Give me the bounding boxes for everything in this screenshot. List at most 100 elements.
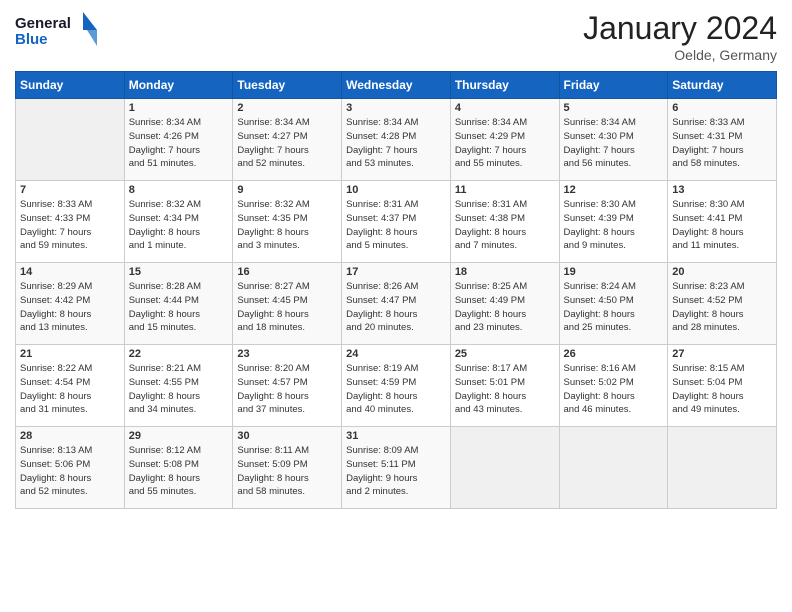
- day-number: 22: [129, 348, 229, 360]
- cell-daylight-info: Sunrise: 8:27 AMSunset: 4:45 PMDaylight:…: [237, 280, 337, 335]
- header-day-sunday: Sunday: [16, 72, 125, 99]
- cell-daylight-info: Sunrise: 8:15 AMSunset: 5:04 PMDaylight:…: [672, 362, 772, 417]
- calendar-cell: 3Sunrise: 8:34 AMSunset: 4:28 PMDaylight…: [342, 99, 451, 181]
- calendar-cell: 25Sunrise: 8:17 AMSunset: 5:01 PMDayligh…: [450, 345, 559, 427]
- day-number: 15: [129, 266, 229, 278]
- day-number: 19: [564, 266, 664, 278]
- day-number: 16: [237, 266, 337, 278]
- calendar-cell: 1 Sunrise: 8:34 AMSunset: 4:26 PMDaylight…: [124, 99, 233, 181]
- cell-daylight-info: Sunrise: 8:13 AMSunset: 5:06 PMDaylight:…: [20, 444, 120, 499]
- calendar-cell: 18 Sunrise: 8:25 AMSunset: 4:49 PMDayligh…: [450, 263, 559, 345]
- calendar-cell: 20 Sunrise: 8:23 AMSunset: 4:52 PMDayligh…: [668, 263, 777, 345]
- cell-daylight-info: Sunrise: 8:34 AMSunset: 4:30 PMDaylight:…: [564, 116, 664, 171]
- week-row-1: 1 Sunrise: 8:34 AMSunset: 4:26 PMDaylight…: [16, 99, 777, 181]
- day-number: 21: [20, 348, 120, 360]
- day-number: 10: [346, 184, 446, 196]
- day-number: 8: [129, 184, 229, 196]
- day-number: 26: [564, 348, 664, 360]
- calendar-cell: 17 Sunrise: 8:26 AMSunset: 4:47 PMDayligh…: [342, 263, 451, 345]
- header-day-monday: Monday: [124, 72, 233, 99]
- calendar-cell: 14 Sunrise: 8:29 AMSunset: 4:42 PMDayligh…: [16, 263, 125, 345]
- cell-daylight-info: Sunrise: 8:34 AMSunset: 4:27 PMDaylight:…: [237, 116, 337, 171]
- cell-daylight-info: Sunrise: 8:12 AMSunset: 5:08 PMDaylight:…: [129, 444, 229, 499]
- cell-daylight-info: Sunrise: 8:33 AMSunset: 4:33 PMDaylight:…: [20, 198, 120, 253]
- logo: General Blue: [15, 10, 105, 57]
- day-number: 20: [672, 266, 772, 278]
- logo-svg: General Blue: [15, 10, 105, 52]
- header-day-thursday: Thursday: [450, 72, 559, 99]
- cell-daylight-info: Sunrise: 8:29 AMSunset: 4:42 PMDaylight:…: [20, 280, 120, 335]
- calendar-cell: 5 Sunrise: 8:34 AMSunset: 4:30 PMDaylight…: [559, 99, 668, 181]
- day-number: 25: [455, 348, 555, 360]
- calendar-cell: 30Sunrise: 8:11 AMSunset: 5:09 PMDayligh…: [233, 427, 342, 509]
- day-number: 4: [455, 102, 555, 114]
- cell-daylight-info: Sunrise: 8:30 AMSunset: 4:39 PMDaylight:…: [564, 198, 664, 253]
- cell-daylight-info: Sunrise: 8:20 AMSunset: 4:57 PMDaylight:…: [237, 362, 337, 417]
- calendar-cell: [559, 427, 668, 509]
- cell-daylight-info: Sunrise: 8:16 AMSunset: 5:02 PMDaylight:…: [564, 362, 664, 417]
- cell-daylight-info: Sunrise: 8:11 AMSunset: 5:09 PMDaylight:…: [237, 444, 337, 499]
- cell-daylight-info: Sunrise: 8:21 AMSunset: 4:55 PMDaylight:…: [129, 362, 229, 417]
- calendar-cell: 7Sunrise: 8:33 AMSunset: 4:33 PMDaylight…: [16, 181, 125, 263]
- calendar-cell: 31Sunrise: 8:09 AMSunset: 5:11 PMDayligh…: [342, 427, 451, 509]
- svg-text:Blue: Blue: [15, 31, 48, 48]
- cell-daylight-info: Sunrise: 8:19 AMSunset: 4:59 PMDaylight:…: [346, 362, 446, 417]
- calendar-cell: 4Sunrise: 8:34 AMSunset: 4:29 PMDaylight…: [450, 99, 559, 181]
- logo-text-block: General Blue: [15, 10, 105, 57]
- day-number: 17: [346, 266, 446, 278]
- page-container: General Blue January 2024 Oelde, Germany…: [0, 0, 792, 519]
- calendar-cell: 13Sunrise: 8:30 AMSunset: 4:41 PMDayligh…: [668, 181, 777, 263]
- day-number: 11: [455, 184, 555, 196]
- calendar-cell: 27 Sunrise: 8:15 AMSunset: 5:04 PMDayligh…: [668, 345, 777, 427]
- day-number: 24: [346, 348, 446, 360]
- cell-daylight-info: Sunrise: 8:32 AMSunset: 4:34 PMDaylight:…: [129, 198, 229, 253]
- cell-daylight-info: Sunrise: 8:33 AMSunset: 4:31 PMDaylight:…: [672, 116, 772, 171]
- day-number: 29: [129, 430, 229, 442]
- calendar-cell: 23 Sunrise: 8:20 AMSunset: 4:57 PMDayligh…: [233, 345, 342, 427]
- month-title: January 2024: [583, 10, 777, 47]
- day-number: 18: [455, 266, 555, 278]
- title-block: January 2024 Oelde, Germany: [583, 10, 777, 63]
- calendar-cell: 2 Sunrise: 8:34 AMSunset: 4:27 PMDaylight…: [233, 99, 342, 181]
- calendar-cell: 19Sunrise: 8:24 AMSunset: 4:50 PMDayligh…: [559, 263, 668, 345]
- calendar-cell: 15 Sunrise: 8:28 AMSunset: 4:44 PMDayligh…: [124, 263, 233, 345]
- day-number: 1: [129, 102, 229, 114]
- week-row-3: 14 Sunrise: 8:29 AMSunset: 4:42 PMDayligh…: [16, 263, 777, 345]
- day-number: 12: [564, 184, 664, 196]
- calendar-cell: [450, 427, 559, 509]
- day-number: 2: [237, 102, 337, 114]
- header-day-friday: Friday: [559, 72, 668, 99]
- calendar-cell: 12 Sunrise: 8:30 AMSunset: 4:39 PMDayligh…: [559, 181, 668, 263]
- day-number: 14: [20, 266, 120, 278]
- calendar-cell: 28Sunrise: 8:13 AMSunset: 5:06 PMDayligh…: [16, 427, 125, 509]
- cell-daylight-info: Sunrise: 8:28 AMSunset: 4:44 PMDaylight:…: [129, 280, 229, 335]
- calendar-cell: 22 Sunrise: 8:21 AMSunset: 4:55 PMDayligh…: [124, 345, 233, 427]
- cell-daylight-info: Sunrise: 8:30 AMSunset: 4:41 PMDaylight:…: [672, 198, 772, 253]
- header-row: SundayMondayTuesdayWednesdayThursdayFrid…: [16, 72, 777, 99]
- header-day-saturday: Saturday: [668, 72, 777, 99]
- day-number: 31: [346, 430, 446, 442]
- cell-daylight-info: Sunrise: 8:31 AMSunset: 4:37 PMDaylight:…: [346, 198, 446, 253]
- header-day-wednesday: Wednesday: [342, 72, 451, 99]
- cell-daylight-info: Sunrise: 8:23 AMSunset: 4:52 PMDaylight:…: [672, 280, 772, 335]
- cell-daylight-info: Sunrise: 8:34 AMSunset: 4:26 PMDaylight:…: [129, 116, 229, 171]
- cell-daylight-info: Sunrise: 8:34 AMSunset: 4:28 PMDaylight:…: [346, 116, 446, 171]
- day-number: 23: [237, 348, 337, 360]
- week-row-2: 7Sunrise: 8:33 AMSunset: 4:33 PMDaylight…: [16, 181, 777, 263]
- calendar-cell: [16, 99, 125, 181]
- cell-daylight-info: Sunrise: 8:31 AMSunset: 4:38 PMDaylight:…: [455, 198, 555, 253]
- cell-daylight-info: Sunrise: 8:26 AMSunset: 4:47 PMDaylight:…: [346, 280, 446, 335]
- calendar-table: SundayMondayTuesdayWednesdayThursdayFrid…: [15, 71, 777, 509]
- calendar-header: SundayMondayTuesdayWednesdayThursdayFrid…: [16, 72, 777, 99]
- header: General Blue January 2024 Oelde, Germany: [15, 10, 777, 63]
- cell-daylight-info: Sunrise: 8:25 AMSunset: 4:49 PMDaylight:…: [455, 280, 555, 335]
- cell-daylight-info: Sunrise: 8:22 AMSunset: 4:54 PMDaylight:…: [20, 362, 120, 417]
- calendar-cell: [668, 427, 777, 509]
- day-number: 5: [564, 102, 664, 114]
- calendar-cell: 11 Sunrise: 8:31 AMSunset: 4:38 PMDayligh…: [450, 181, 559, 263]
- day-number: 6: [672, 102, 772, 114]
- svg-text:General: General: [15, 15, 71, 32]
- day-number: 27: [672, 348, 772, 360]
- calendar-cell: 16 Sunrise: 8:27 AMSunset: 4:45 PMDayligh…: [233, 263, 342, 345]
- calendar-cell: 24 Sunrise: 8:19 AMSunset: 4:59 PMDayligh…: [342, 345, 451, 427]
